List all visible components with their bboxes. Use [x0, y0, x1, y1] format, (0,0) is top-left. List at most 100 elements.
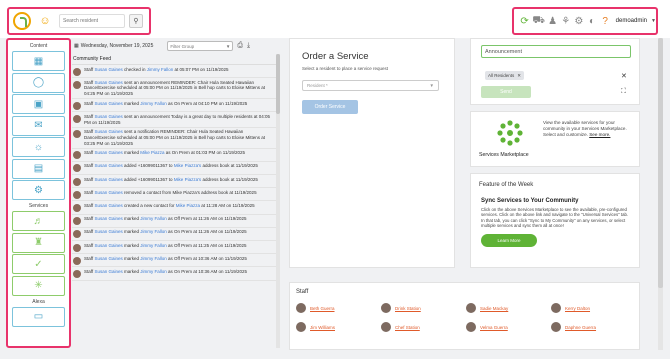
- alexa-device-icon[interactable]: ▭: [12, 306, 65, 327]
- residents-icon[interactable]: ☺: [35, 13, 55, 29]
- gear-icon[interactable]: ⚙: [574, 16, 583, 27]
- resident-link[interactable]: Jimmy Fallon: [140, 101, 167, 106]
- resident-link[interactable]: Jimmy Fallon: [140, 229, 167, 234]
- staff-member[interactable]: Beth Guerra: [296, 303, 381, 313]
- feed-item: Staff Susan Gaines added +16099011367 to…: [72, 162, 276, 176]
- staff-link[interactable]: Susan Gaines: [94, 67, 122, 72]
- document-icon[interactable]: ▤: [12, 158, 65, 179]
- resident-link[interactable]: Mike Piazza's: [174, 163, 201, 168]
- truck-icon[interactable]: ⛟: [532, 15, 545, 27]
- people-icon[interactable]: ♟: [548, 16, 557, 27]
- staff-name[interactable]: Daphne Guerra: [565, 325, 596, 330]
- staff-member[interactable]: Jim Williams: [296, 322, 381, 332]
- recipient-chip[interactable]: All Residents ✕: [485, 71, 525, 80]
- staff-link[interactable]: Susan Gaines: [94, 129, 122, 134]
- staff-name[interactable]: Jim Williams: [310, 325, 335, 330]
- feed-prefix: Staff: [84, 79, 95, 85]
- staff-member[interactable]: Daphne Guerra: [551, 322, 636, 332]
- staff-link[interactable]: Susan Gaines: [94, 243, 122, 248]
- clear-icon[interactable]: ✕: [621, 72, 627, 80]
- feed-item-text: Staff Susan Gaines marked Jimmy Fallon a…: [84, 269, 247, 278]
- staff-member[interactable]: Chef Station: [381, 322, 466, 332]
- bell-icon[interactable]: ♬: [12, 211, 65, 231]
- user-menu[interactable]: demoadmin: [616, 18, 647, 24]
- feed-suffix: as Off Prem at 10:36 AM on 11/19/2025: [166, 255, 247, 261]
- staff-name[interactable]: Drink Station: [395, 306, 421, 311]
- staff-member[interactable]: Sadie Mackay: [466, 303, 551, 313]
- search-button[interactable]: ⚲: [129, 14, 143, 28]
- chevron-down-icon[interactable]: ▼: [651, 18, 656, 24]
- help-icon[interactable]: ?: [601, 16, 610, 27]
- resident-link[interactable]: Mike Piazza: [140, 150, 164, 155]
- staff-link[interactable]: Susan Gaines: [94, 216, 122, 221]
- staff-member[interactable]: Drink Station: [381, 303, 466, 313]
- plant-icon[interactable]: ⚘: [561, 16, 570, 27]
- page-scrollbar[interactable]: [658, 38, 663, 350]
- staff-name[interactable]: Beth Guerra: [310, 306, 335, 311]
- feed-date[interactable]: Wednesday, November 19, 2025: [81, 43, 154, 49]
- expand-icon[interactable]: ⛶: [621, 88, 626, 96]
- staff-link[interactable]: Susan Gaines: [94, 229, 122, 234]
- check-icon[interactable]: ✓: [12, 254, 65, 274]
- resident-link[interactable]: Jimmy Fallon: [140, 256, 167, 261]
- staff-link[interactable]: Susan Gaines: [94, 80, 122, 85]
- resident-link[interactable]: Jimmy Fallon: [140, 243, 167, 248]
- order-service-button[interactable]: Order Service: [302, 100, 358, 114]
- resident-link[interactable]: Mike Piazza: [176, 203, 200, 208]
- resident-link[interactable]: Jimmy Fallon: [147, 67, 174, 72]
- resident-link[interactable]: Jimmy Fallon: [140, 269, 167, 274]
- staff-link[interactable]: Susan Gaines: [94, 101, 122, 106]
- staff-link[interactable]: Susan Gaines: [94, 163, 122, 168]
- feed-scrollbar[interactable]: [276, 54, 280, 348]
- download-icon[interactable]: ⤓: [247, 42, 250, 50]
- send-button[interactable]: Send: [481, 86, 531, 98]
- print-icon[interactable]: ⎙: [237, 42, 243, 50]
- megaphone-icon[interactable]: ✉: [12, 115, 65, 136]
- sidebar: Content ▦ ◯ ▣ ✉ ☼ ▤ ⚙ Services ♬ ♜ ✓ ✳ A…: [6, 38, 71, 348]
- feed-message: created a new contact for: [122, 203, 176, 209]
- gallery-icon[interactable]: ▣: [12, 94, 65, 114]
- resident-link[interactable]: Jimmy Fallon: [140, 216, 167, 221]
- staff-member[interactable]: Kerry Dalton: [551, 303, 636, 313]
- staff-link[interactable]: Susan Gaines: [94, 269, 122, 274]
- chevron-down-icon: ▼: [225, 43, 231, 49]
- staff-member[interactable]: Velma Guerra: [466, 322, 551, 332]
- feed-item-text: Staff Susan Gaines removed a contact fro…: [84, 190, 257, 199]
- settings-sun-icon[interactable]: ⚙: [12, 180, 65, 200]
- staff-link[interactable]: Susan Gaines: [94, 203, 122, 208]
- sparkle-icon[interactable]: ✳: [12, 275, 65, 296]
- chip-close-icon[interactable]: ✕: [517, 73, 521, 79]
- feed-item-text: Staff Susan Gaines marked Mike Piazza as…: [84, 150, 245, 159]
- staff-link[interactable]: Susan Gaines: [94, 256, 122, 261]
- app-logo[interactable]: [13, 12, 31, 30]
- avatar: [73, 101, 81, 110]
- avatar: [73, 164, 81, 173]
- staff-link[interactable]: Susan Gaines: [94, 177, 122, 182]
- globe-icon[interactable]: ◐: [587, 16, 596, 27]
- sync-icon[interactable]: ⟳: [520, 16, 529, 27]
- staff-name[interactable]: Velma Guerra: [480, 325, 508, 330]
- resident-select[interactable]: Resident * ▼: [302, 80, 439, 91]
- staff-link[interactable]: Susan Gaines: [94, 114, 122, 119]
- staff-link[interactable]: Susan Gaines: [94, 150, 122, 155]
- staff-name[interactable]: Kerry Dalton: [565, 306, 590, 311]
- sidebar-services-label: Services: [28, 203, 49, 209]
- chat-icon[interactable]: ☼: [12, 137, 65, 157]
- search-input[interactable]: [59, 14, 125, 28]
- filter-group-select[interactable]: Filter Group ▼: [167, 41, 234, 51]
- feed-item-text: Staff Susan Gaines sent an announcement …: [84, 114, 275, 125]
- learn-more-button[interactable]: Learn More: [481, 234, 537, 248]
- staff-name[interactable]: Sadie Mackay: [480, 306, 508, 311]
- staff-link[interactable]: Susan Gaines: [94, 190, 122, 195]
- calendar-icon[interactable]: ▦: [12, 51, 65, 71]
- resident-link[interactable]: Mike Piazza's: [174, 177, 201, 182]
- staff-name[interactable]: Chef Station: [395, 325, 420, 330]
- see-more-link[interactable]: See more.: [589, 132, 610, 137]
- announcement-input[interactable]: Announcement: [481, 45, 631, 58]
- marketplace-card[interactable]: Services Marketplace View the available …: [470, 111, 640, 167]
- calendar-small-icon[interactable]: ▦: [74, 43, 79, 49]
- feed-prefix: Staff: [84, 242, 95, 248]
- photo-announcement-icon[interactable]: ◯: [12, 72, 65, 93]
- chef-icon[interactable]: ♜: [12, 232, 65, 253]
- feed-item: Staff Susan Gaines marked Jimmy Fallon a…: [72, 241, 276, 255]
